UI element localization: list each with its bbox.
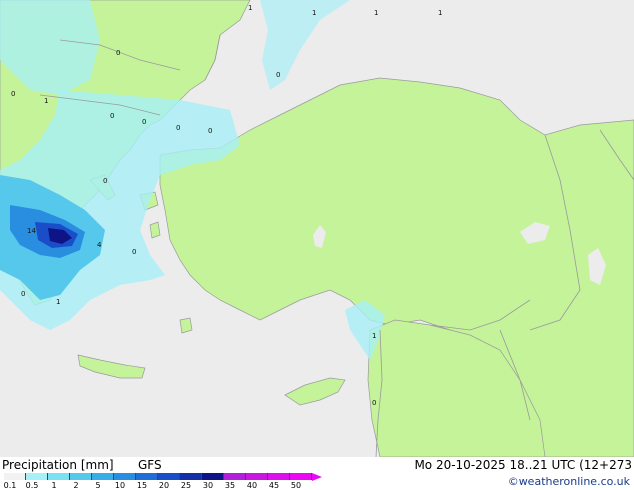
legend-swatch	[180, 473, 202, 480]
legend-swatch	[268, 473, 290, 480]
valid-time: Mo 20-10-2025 18..21 UTC (12+273	[414, 458, 632, 472]
value-label: 0	[132, 248, 136, 256]
legend-tick-label: 0.5	[25, 481, 39, 490]
legend-swatch	[92, 473, 114, 480]
legend-tick-label: 10	[114, 481, 126, 490]
legend-tick-label: 15	[136, 481, 148, 490]
legend-swatch	[136, 473, 158, 480]
legend-swatch	[114, 473, 136, 480]
value-label: 0	[110, 112, 114, 120]
precipitation-map: 1 1 1 1 0 0 0 1 0 0 0 0 0 14 4 0 0 1 1 0	[0, 0, 634, 457]
legend-tick-label: 5	[95, 481, 101, 490]
value-label: 0	[21, 290, 25, 298]
legend-swatch	[246, 473, 268, 480]
credit-link[interactable]: ©weatheronline.co.uk	[508, 475, 630, 488]
legend-tick-label: 0.1	[3, 481, 17, 490]
model-name: GFS	[138, 458, 162, 472]
value-label: 0	[116, 49, 120, 57]
value-label: 1	[438, 9, 442, 17]
value-label: 0	[276, 71, 280, 79]
legend-tick-label: 30	[202, 481, 214, 490]
map-title: Precipitation [mm]	[2, 458, 114, 472]
legend-arrow-icon	[312, 473, 322, 481]
legend-swatch	[224, 473, 246, 480]
legend-swatch	[4, 473, 26, 480]
value-label: 1	[374, 9, 378, 17]
legend-tick-label: 20	[158, 481, 170, 490]
map-canvas: 1 1 1 1 0 0 0 1 0 0 0 0 0 14 4 0 0 1 1 0	[0, 0, 634, 457]
value-label: 0	[372, 399, 376, 407]
legend-tick-label: 35	[224, 481, 236, 490]
legend-swatch	[48, 473, 70, 480]
land-chios	[149, 221, 161, 239]
legend-tick-label: 50	[290, 481, 302, 490]
legend-swatch	[158, 473, 180, 480]
land-rhodes	[179, 317, 193, 334]
value-label: 1	[372, 332, 376, 340]
value-label: 0	[103, 177, 107, 185]
legend-tick-label: 25	[180, 481, 192, 490]
value-label: 4	[97, 241, 102, 249]
value-label: 0	[208, 127, 212, 135]
legend-tick-labels: 0.1 0.5 1 2 5 10 15 20 25 30 35 40 45 50	[0, 481, 340, 490]
legend-swatch	[70, 473, 92, 480]
legend-swatch	[202, 473, 224, 480]
legend-swatch	[26, 473, 48, 480]
value-label: 14	[27, 227, 36, 235]
value-label: 1	[44, 97, 48, 105]
legend-tick-label: 45	[268, 481, 280, 490]
value-label: 1	[312, 9, 316, 17]
legend-tick-label: 40	[246, 481, 258, 490]
value-label: 1	[248, 4, 252, 12]
value-label: 1	[56, 298, 60, 306]
legend-tick-label: 2	[73, 481, 79, 490]
value-label: 0	[176, 124, 180, 132]
color-legend	[4, 473, 322, 481]
value-label: 0	[11, 90, 15, 98]
value-label: 0	[142, 118, 146, 126]
legend-tick-label: 1	[51, 481, 57, 490]
legend-swatch	[290, 473, 312, 480]
